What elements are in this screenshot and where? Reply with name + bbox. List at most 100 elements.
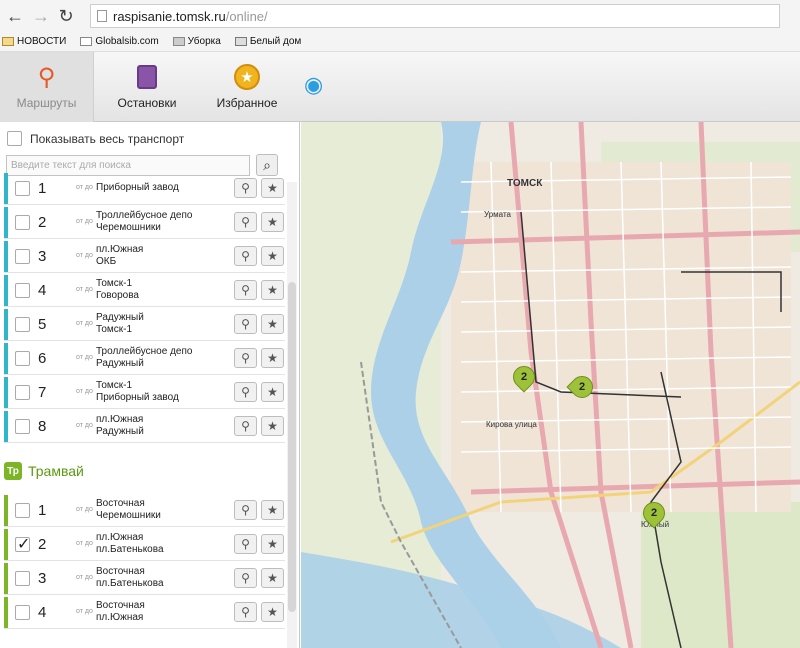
tram-section-header[interactable]: Тр Трамвай <box>4 462 84 480</box>
route-number: 2 <box>38 213 47 231</box>
tab-stops[interactable]: Остановки <box>100 52 194 122</box>
route-row[interactable]: 4 от до Томск-1 Говорова ⚲ ★ <box>4 274 285 307</box>
person-pin-icon: ⚲ <box>241 351 250 365</box>
favorite-button[interactable]: ★ <box>261 246 284 266</box>
route-to: ОКБ <box>96 256 117 267</box>
route-row[interactable]: 5 от до Радужный Томск-1 ⚲ ★ <box>4 308 285 341</box>
favorite-button[interactable]: ★ <box>261 348 284 368</box>
route-checkbox[interactable] <box>15 604 30 620</box>
route-checkbox[interactable] <box>15 502 30 518</box>
favorite-button[interactable]: ★ <box>261 534 284 554</box>
route-color-stripe <box>4 596 8 628</box>
route-checkbox[interactable] <box>15 316 30 332</box>
route-checkbox[interactable] <box>15 418 30 434</box>
show-on-map-button[interactable]: ⚲ <box>234 602 257 622</box>
route-number: 6 <box>38 349 47 367</box>
route-checkbox[interactable] <box>15 180 30 196</box>
route-stops: пл.Южная ОКБ <box>96 244 230 268</box>
from-to-label: от до <box>76 608 93 615</box>
tram-icon: Тр <box>4 462 22 480</box>
show-on-map-button[interactable]: ⚲ <box>234 568 257 588</box>
favorite-button[interactable]: ★ <box>261 416 284 436</box>
route-row[interactable]: 2 от до Троллейбусное депо Черемошники ⚲ ★ <box>4 206 285 239</box>
route-to: Говорова <box>96 290 139 301</box>
route-row[interactable]: 3 от до пл.Южная ОКБ ⚲ ★ <box>4 240 285 273</box>
bookmark-white-house[interactable]: Белый дом <box>234 36 302 47</box>
vehicle-route-number: 2 <box>578 381 586 393</box>
from-to-label: от до <box>76 388 93 395</box>
route-stops: Приборный завод <box>96 182 230 194</box>
show-all-transport[interactable]: Показывать весь транспорт <box>7 131 184 146</box>
from-to-label: от до <box>76 320 93 327</box>
show-on-map-button[interactable]: ⚲ <box>234 314 257 334</box>
route-checkbox[interactable] <box>15 534 30 554</box>
route-color-stripe <box>4 274 8 306</box>
show-on-map-button[interactable]: ⚲ <box>234 280 257 300</box>
forward-icon[interactable]: → <box>32 6 50 27</box>
route-stops: пл.Южная пл.Батенькова <box>96 532 230 556</box>
from-to-label: от до <box>76 252 93 259</box>
city-map[interactable]: ТОМСК Урмата Кирова улица Южный 2 2 2 <box>301 122 800 648</box>
route-row[interactable]: 1 от до Восточная Черемошники ⚲ ★ <box>4 494 285 527</box>
favorite-button[interactable]: ★ <box>261 500 284 520</box>
reload-icon[interactable]: ↻ <box>58 6 74 27</box>
search-icon: ⌕ <box>263 156 271 173</box>
bookmark-cleaning[interactable]: Уборка <box>172 36 221 47</box>
route-to: Радужный <box>96 358 144 369</box>
route-checkbox[interactable] <box>15 384 30 400</box>
route-row[interactable]: 4 от до Восточная пл.Южная ⚲ ★ <box>4 596 285 629</box>
show-on-map-button[interactable]: ⚲ <box>234 348 257 368</box>
bookmark-globalsib[interactable]: Globalsib.com <box>80 36 159 47</box>
person-pin-icon: ⚲ <box>241 605 250 619</box>
favorite-button[interactable]: ★ <box>261 178 284 198</box>
address-bar[interactable]: raspisanie.tomsk.ru/online/ <box>90 4 780 28</box>
route-color-stripe <box>4 562 8 594</box>
route-checkbox[interactable] <box>15 248 30 264</box>
bookmark-label: Белый дом <box>249 36 302 47</box>
show-on-map-button[interactable]: ⚲ <box>234 416 257 436</box>
show-on-map-button[interactable]: ⚲ <box>234 246 257 266</box>
route-row[interactable]: 2 от допл.Южнаяпл.Батенькова ⚲ ★ <box>4 528 285 561</box>
show-on-map-button[interactable]: ⚲ <box>234 500 257 520</box>
tab-label: Маршруты <box>16 96 77 110</box>
route-row[interactable]: 6 от до Троллейбусное депо Радужный ⚲ ★ <box>4 342 285 375</box>
show-on-map-button[interactable]: ⚲ <box>234 212 257 232</box>
eye-icon[interactable]: ◉ <box>304 72 323 98</box>
tab-favorites[interactable]: ★ Избранное <box>200 52 294 122</box>
route-number: 3 <box>38 569 47 587</box>
bookmark-news[interactable]: НОВОСТИ <box>2 36 66 47</box>
show-on-map-button[interactable]: ⚲ <box>234 178 257 198</box>
back-icon[interactable]: ← <box>6 6 24 27</box>
route-row[interactable]: 8 от до пл.Южная Радужный ⚲ ★ <box>4 410 285 443</box>
route-checkbox[interactable] <box>15 570 30 586</box>
sidebar-scrollbar[interactable] <box>287 182 297 648</box>
person-pin-icon: ⚲ <box>241 503 250 517</box>
person-pin-icon: ⚲ <box>241 181 250 195</box>
route-checkbox[interactable] <box>15 282 30 298</box>
route-row[interactable]: 1 от до Приборный завод ⚲ ★ <box>4 172 285 205</box>
route-from: Томск-1 <box>96 380 133 391</box>
route-row[interactable]: 3 от до Восточная пл.Батенькова ⚲ ★ <box>4 562 285 595</box>
show-all-checkbox[interactable] <box>7 131 22 146</box>
favorite-button[interactable]: ★ <box>261 602 284 622</box>
route-checkbox[interactable] <box>15 350 30 366</box>
from-to-label: от до <box>76 540 93 547</box>
tab-routes[interactable]: ⚲ Маршруты <box>0 52 94 122</box>
favorite-button[interactable]: ★ <box>261 568 284 588</box>
tab-label: Остановки <box>117 96 177 110</box>
favorite-button[interactable]: ★ <box>261 314 284 334</box>
route-checkbox[interactable] <box>15 214 30 230</box>
favorite-button[interactable]: ★ <box>261 382 284 402</box>
route-to: Приборный завод <box>96 392 179 403</box>
favorite-button[interactable]: ★ <box>261 212 284 232</box>
scrollbar-thumb[interactable] <box>288 282 296 612</box>
favorite-button[interactable]: ★ <box>261 280 284 300</box>
route-from: Троллейбусное депо <box>96 210 193 221</box>
show-on-map-button[interactable]: ⚲ <box>234 382 257 402</box>
routes-sidebar: Показывать весь транспорт Введите текст … <box>0 122 300 648</box>
route-from: Восточная <box>96 498 145 509</box>
route-from: Троллейбусное депо <box>96 346 193 357</box>
route-row[interactable]: 7 от до Томск-1 Приборный завод ⚲ ★ <box>4 376 285 409</box>
show-on-map-button[interactable]: ⚲ <box>234 534 257 554</box>
star-icon: ★ <box>267 181 278 195</box>
